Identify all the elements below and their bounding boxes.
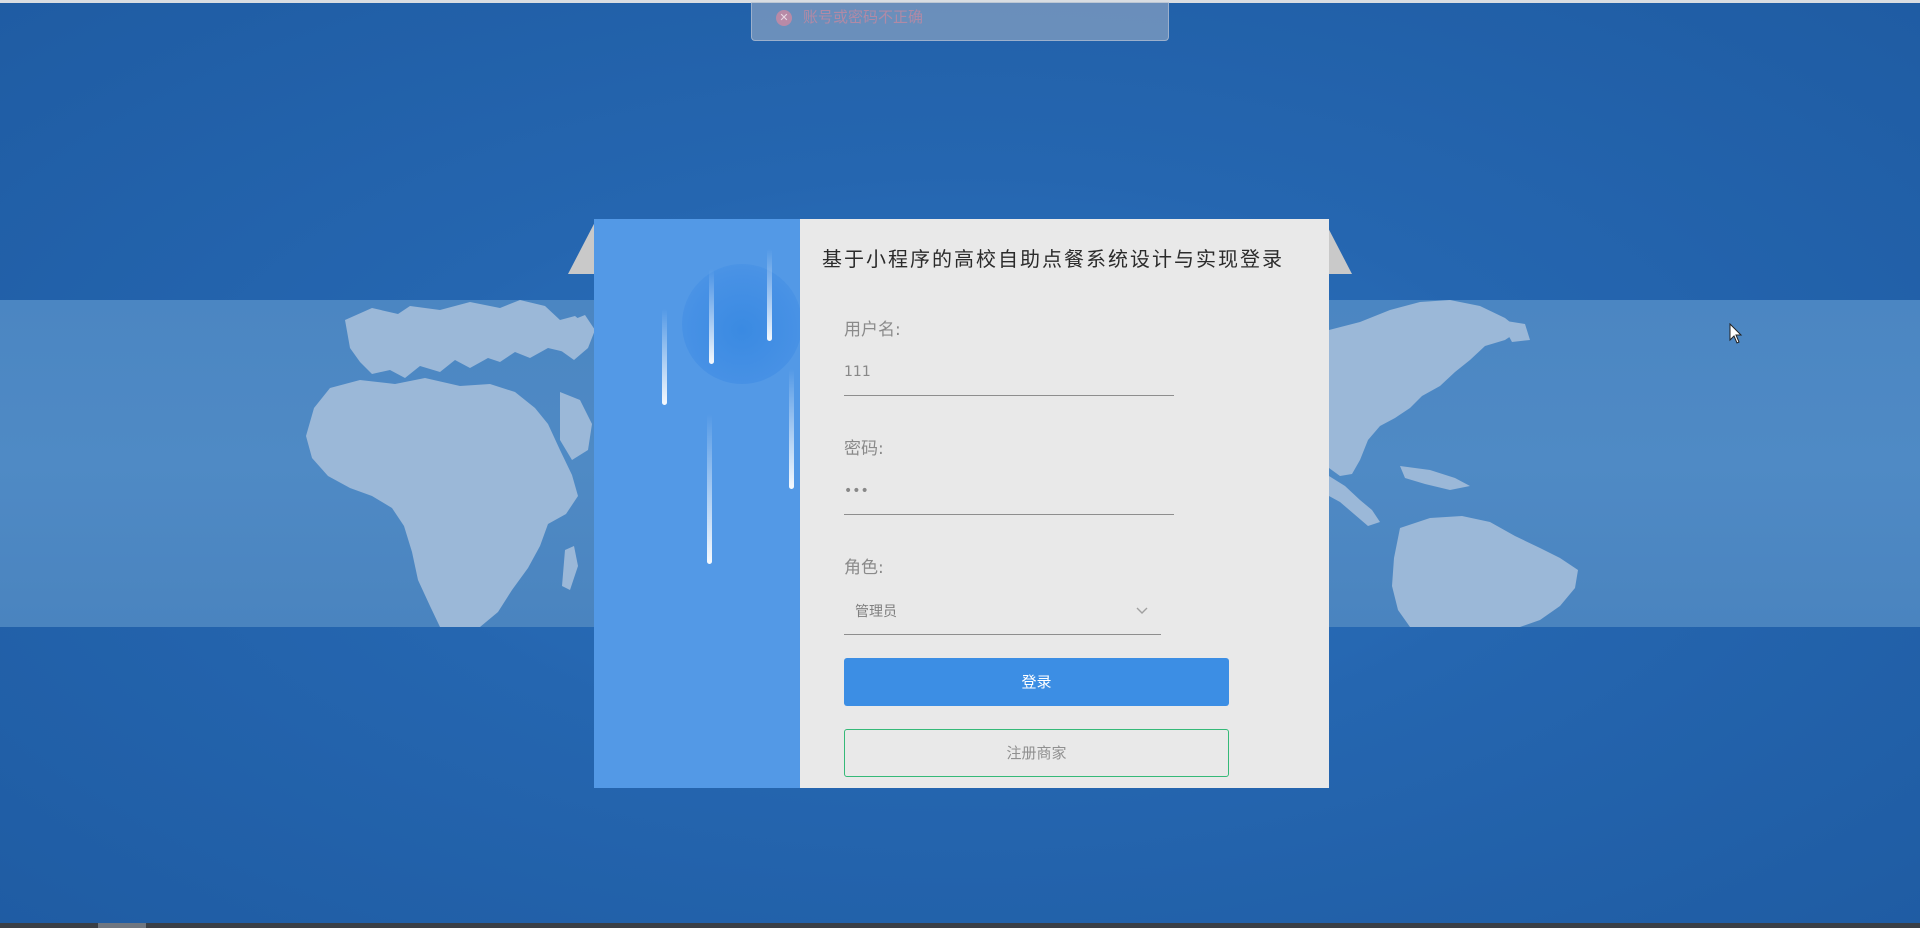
role-label: 角色: [844,558,884,578]
decorative-bubble [682,264,800,384]
light-streak [789,369,794,489]
error-notification: ✕ 账号或密码不正确 [751,2,1169,41]
light-streak [662,309,667,405]
register-merchant-button[interactable]: 注册商家 [844,729,1229,777]
close-circle-icon: ✕ [776,10,792,26]
login-card: 基于小程序的高校自助点餐系统设计与实现登录 用户名: 密码: 角色: 管理员 登… [594,219,1329,788]
username-field[interactable] [844,350,1174,396]
mouse-cursor-icon [1729,323,1743,344]
page-title: 基于小程序的高校自助点餐系统设计与实现登录 [822,247,1284,271]
notification-message: 账号或密码不正确 [803,8,924,26]
username-input[interactable] [844,350,1174,394]
chevron-down-icon [1136,607,1148,614]
light-streak [707,414,712,564]
horizontal-scrollbar[interactable] [0,923,1920,928]
role-select[interactable]: 管理员 [844,589,1161,635]
light-streak [709,269,714,364]
password-field[interactable] [844,469,1174,515]
scrollbar-thumb[interactable] [98,923,146,928]
login-button[interactable]: 登录 [844,658,1229,706]
password-label: 密码: [844,439,884,459]
light-streak [767,249,772,341]
decorative-panel [594,219,800,788]
password-input[interactable] [844,469,1174,513]
role-selected-value: 管理员 [855,604,897,620]
ribbon-left-wing [568,220,596,274]
username-label: 用户名: [844,320,901,340]
